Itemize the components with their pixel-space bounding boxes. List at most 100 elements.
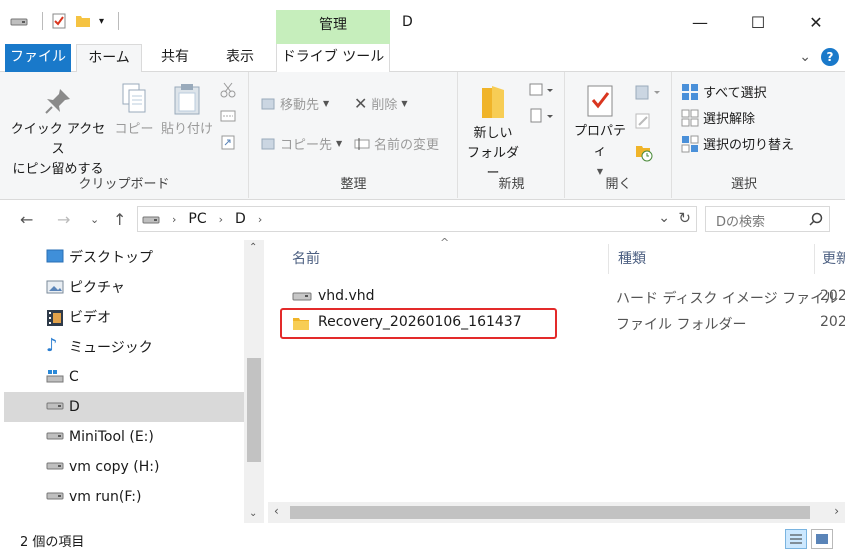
large-icons-view-icon (816, 534, 828, 544)
tab-view[interactable]: 表示 (210, 44, 270, 72)
new-item-icon[interactable] (529, 82, 555, 98)
file-list-horizontal-scrollbar[interactable]: ‹ › (268, 502, 845, 523)
status-bar: 2 個の項目 (0, 523, 845, 556)
tab-drive-tools[interactable]: ドライブ ツール (276, 44, 390, 72)
breadcrumb-d[interactable]: D (235, 211, 246, 227)
column-header-name[interactable]: 名前 (292, 242, 608, 276)
properties-icon[interactable] (51, 13, 67, 29)
scrollbar-thumb[interactable] (247, 358, 261, 462)
scroll-right-icon[interactable]: › (834, 504, 839, 518)
search-box[interactable]: Dの検索 (705, 206, 830, 232)
tab-share[interactable]: 共有 (146, 44, 204, 72)
column-header-type[interactable]: 種類 (618, 242, 814, 276)
details-view-icon (790, 534, 802, 544)
properties-icon (587, 85, 613, 117)
nav-item-label: vm run(F:) (69, 489, 142, 505)
toolbar-separator (118, 12, 120, 30)
nav-item-desktop[interactable]: デスクトップ (4, 242, 244, 272)
file-date: 202 (820, 314, 845, 330)
delete-button[interactable]: ✕ 削除 ▼ (354, 94, 408, 113)
column-header-date[interactable]: 更新 (822, 242, 845, 276)
column-separator[interactable] (814, 244, 815, 274)
back-icon[interactable]: ← (20, 210, 33, 229)
edit-icon[interactable] (634, 112, 652, 130)
maximize-button[interactable]: ☐ (729, 0, 787, 44)
scroll-down-icon[interactable]: ⌄ (249, 508, 257, 519)
breadcrumb-chevron-icon[interactable]: › (219, 213, 223, 226)
details-view-button[interactable] (785, 529, 807, 549)
nav-item-pictures[interactable]: ピクチャ (4, 272, 244, 302)
easy-access-icon[interactable] (529, 108, 555, 124)
toolbar-separator (42, 12, 43, 30)
tab-file[interactable]: ファイル (5, 44, 71, 72)
nav-item-videos[interactable]: ビデオ (4, 302, 244, 332)
history-icon[interactable] (634, 142, 654, 162)
tab-home[interactable]: ホーム (76, 44, 142, 73)
paste-button[interactable]: 貼り付け (158, 82, 216, 140)
quick-access-toolbar: ▾ (10, 12, 120, 30)
cut-icon[interactable] (220, 82, 236, 98)
copy-button[interactable]: コピー (112, 82, 156, 140)
new-group-label: 新規 (498, 177, 525, 192)
nav-item-d[interactable]: D (4, 392, 244, 422)
scroll-left-icon[interactable]: ‹ (274, 504, 279, 518)
paste-shortcut-icon[interactable] (220, 134, 236, 150)
desktop-icon (46, 249, 64, 263)
select-group: すべて選択 選択解除 選択の切り替え 選択 (673, 72, 815, 198)
copy-to-button[interactable]: コピー先 ▼ (260, 134, 342, 153)
select-all-icon (682, 83, 698, 100)
rename-label: 名前の変更 (374, 138, 440, 153)
nav-pane-scrollbar[interactable]: ⌃ ⌄ (244, 240, 264, 523)
rename-button[interactable]: 名前の変更 (354, 134, 439, 153)
nav-item-label: MiniTool (E:) (69, 429, 154, 445)
breadcrumb-chevron-icon[interactable]: › (172, 213, 176, 226)
new-folder-icon[interactable] (75, 13, 91, 29)
breadcrumb-pc[interactable]: PC (188, 211, 206, 227)
select-all-button[interactable]: すべて選択 (681, 82, 767, 101)
up-icon[interactable]: ↑ (113, 210, 126, 229)
organize-group: 移動先 ▼ ✕ 削除 ▼ コピー先 ▼ 名前の変更 整理 (250, 72, 458, 198)
pin-quick-access-button[interactable]: クイック アクセス にピン留めする (8, 86, 108, 180)
refresh-icon[interactable]: ↻ (678, 209, 691, 227)
paste-icon (174, 84, 200, 115)
search-placeholder: Dの検索 (716, 215, 766, 230)
nav-item-label: デスクトップ (69, 250, 153, 266)
nav-item-vm-copy-h[interactable]: vm copy (H:) (4, 452, 244, 482)
properties-button[interactable]: プロパティ ▼ (568, 84, 632, 182)
address-dropdown-icon[interactable]: ⌄ (658, 210, 670, 226)
expand-ribbon-icon[interactable]: ⌄ (799, 49, 811, 65)
invert-selection-button[interactable]: 選択の切り替え (681, 134, 794, 153)
nav-item-minitool-e[interactable]: MiniTool (E:) (4, 422, 244, 452)
minimize-button[interactable]: — (671, 0, 729, 44)
address-bar[interactable]: › PC › D › ⌄ ↻ (137, 206, 697, 232)
file-date: 202 (820, 288, 845, 304)
nav-item-label: C (69, 369, 79, 385)
new-folder-button[interactable]: 新しい フォルダー (463, 84, 523, 184)
nav-item-music[interactable]: ♪ ミュージック (4, 332, 244, 362)
nav-item-c[interactable]: C (4, 362, 244, 392)
search-icon[interactable] (809, 212, 823, 226)
videos-icon (47, 310, 63, 326)
forward-icon[interactable]: → (57, 210, 70, 229)
close-button[interactable]: ✕ (787, 0, 845, 44)
breadcrumb-chevron-icon[interactable]: › (258, 213, 262, 226)
move-to-button[interactable]: 移動先 ▼ (260, 94, 329, 113)
invert-selection-icon (681, 135, 699, 152)
new-folder-icon (482, 86, 504, 118)
highlight-box (280, 308, 557, 339)
open-icon[interactable] (634, 84, 662, 102)
nav-item-vm-run-f[interactable]: vm run(F:) (4, 482, 244, 512)
help-icon[interactable]: ? (821, 48, 839, 66)
column-separator[interactable] (608, 244, 609, 274)
scroll-up-icon[interactable]: ⌃ (249, 242, 257, 253)
table-row[interactable]: vhd.vhd ハード ディスク イメージ ファイル 202 (268, 284, 845, 310)
select-none-button[interactable]: 選択解除 (681, 108, 755, 127)
customize-qat-icon[interactable]: ▾ (99, 16, 104, 27)
large-icons-view-button[interactable] (811, 529, 833, 549)
copy-path-icon[interactable] (220, 108, 236, 124)
recent-locations-icon[interactable]: ⌄ (90, 213, 99, 226)
copy-icon (122, 83, 146, 113)
scrollbar-thumb[interactable] (290, 506, 810, 519)
dropdown-caret-icon: ▼ (401, 99, 408, 108)
manage-contextual-tab[interactable]: 管理 (276, 10, 390, 44)
